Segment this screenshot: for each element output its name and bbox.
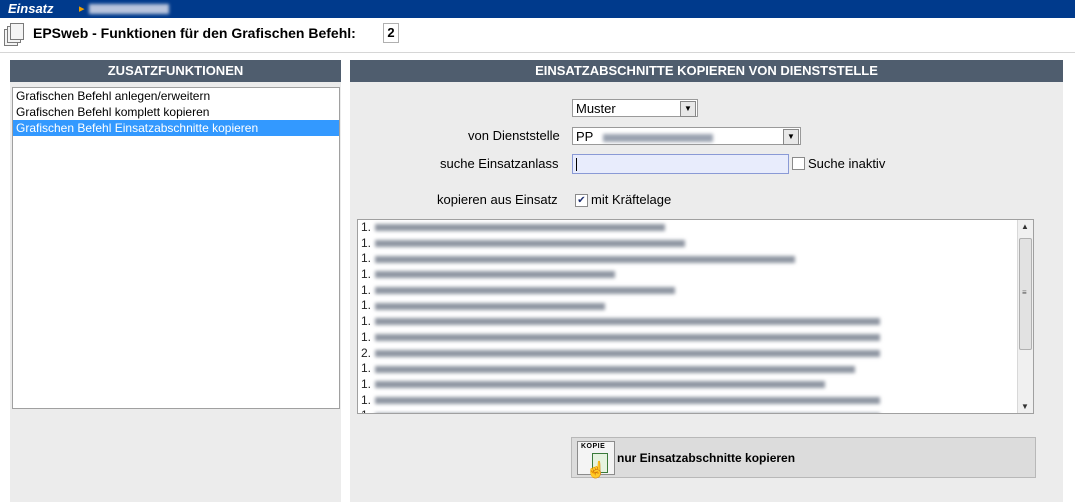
search-input[interactable] xyxy=(572,154,789,174)
search-label: suche Einsatzanlass xyxy=(440,156,559,171)
befehl-number: 2 xyxy=(383,23,399,43)
einsatz-listbox[interactable]: 1. 1. 1. 1. 1. 1. 1. 1. 2. 1. 1. 1. 1. ▲… xyxy=(357,219,1034,414)
list-item[interactable]: 1. xyxy=(358,283,1033,299)
dienststelle-blurred-text xyxy=(602,133,713,142)
template-select[interactable]: Muster ▼ xyxy=(572,99,698,117)
kopie-icon-text: KOPIE xyxy=(581,443,606,450)
zusatzfunktionen-heading: ZUSATZFUNKTIONEN xyxy=(10,60,341,82)
function-item-anlegen[interactable]: Grafischen Befehl anlegen/erweitern xyxy=(13,88,339,104)
list-item[interactable]: 1. xyxy=(358,408,1033,413)
dienststelle-select[interactable]: PP ▼ xyxy=(572,127,801,145)
list-item[interactable]: 1. xyxy=(358,267,1033,283)
copy-sections-label: nur Einsatzabschnitte kopieren xyxy=(617,451,796,465)
list-item[interactable]: 1. xyxy=(358,298,1033,314)
template-select-value: Muster xyxy=(576,101,616,116)
breadcrumb-blurred[interactable] xyxy=(89,4,169,14)
function-item-abschnitte-kopieren[interactable]: Grafischen Befehl Einsatzabschnitte kopi… xyxy=(13,120,339,136)
list-item[interactable]: 1. xyxy=(358,236,1033,252)
title-row: EPSweb - Funktionen für den Grafischen B… xyxy=(0,18,1075,52)
dienststelle-label: von Dienststelle xyxy=(468,128,560,143)
top-bar: Einsatz ▸ xyxy=(0,0,1075,18)
breadcrumb-arrow-icon: ▸ xyxy=(79,3,85,15)
text-cursor xyxy=(576,158,577,171)
search-inactive-checkbox[interactable] xyxy=(792,157,805,170)
list-item[interactable]: 1. xyxy=(358,220,1033,236)
dienststelle-value: PP xyxy=(576,129,594,144)
scroll-grip-icon: ≡ xyxy=(1022,288,1027,297)
app-brand[interactable]: Einsatz xyxy=(8,1,54,16)
page-title: EPSweb - Funktionen für den Grafischen B… xyxy=(33,25,356,41)
function-item-komplett-kopieren[interactable]: Grafischen Befehl komplett kopieren xyxy=(13,104,339,120)
function-list[interactable]: Grafischen Befehl anlegen/erweitern Graf… xyxy=(12,87,340,409)
chevron-down-icon[interactable]: ▼ xyxy=(783,129,799,145)
list-item[interactable]: 1. xyxy=(358,361,1033,377)
list-item[interactable]: 1. xyxy=(358,330,1033,346)
search-inactive-label: Suche inaktiv xyxy=(808,156,886,171)
zusatzfunktionen-panel: ZUSATZFUNKTIONEN Grafischen Befehl anleg… xyxy=(10,60,341,502)
copy-sections-button[interactable]: KOPIE ☝ nur Einsatzabschnitte kopieren xyxy=(571,437,1036,479)
documents-icon xyxy=(4,23,24,46)
kopie-icon[interactable]: KOPIE ☝ xyxy=(577,441,615,479)
kraeftelage-label: mit Kräftelage xyxy=(591,192,672,207)
list-item[interactable]: 1. xyxy=(358,251,1033,267)
scroll-up-icon[interactable]: ▲ xyxy=(1021,222,1029,231)
chevron-down-icon[interactable]: ▼ xyxy=(680,101,696,117)
listbox-scrollbar[interactable]: ▲ ≡ ▼ xyxy=(1017,220,1033,413)
list-item[interactable]: 2. xyxy=(358,346,1033,362)
list-item[interactable]: 1. xyxy=(358,393,1033,409)
einsatzabschnitte-heading: EINSATZABSCHNITTE KOPIEREN VON DIENSTSTE… xyxy=(350,60,1063,82)
scroll-down-icon[interactable]: ▼ xyxy=(1021,402,1029,411)
list-item[interactable]: 1. xyxy=(358,377,1033,393)
copy-from-label: kopieren aus Einsatz xyxy=(437,192,558,207)
pointer-hand-icon: ☝ xyxy=(586,462,606,479)
divider xyxy=(0,52,1075,53)
list-item[interactable]: 1. xyxy=(358,314,1033,330)
kraeftelage-checkbox[interactable]: ✔ xyxy=(575,194,588,207)
